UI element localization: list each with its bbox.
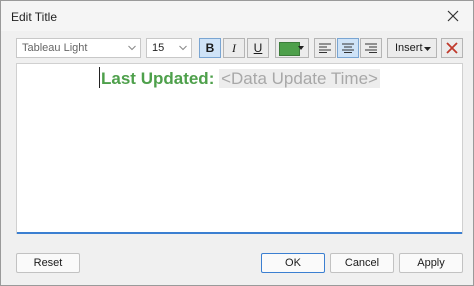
chevron-down-icon (179, 45, 187, 51)
italic-button[interactable]: I (223, 38, 245, 58)
text-color-button[interactable] (275, 38, 309, 58)
formatting-toolbar: Tableau Light 15 B I U Insert (16, 38, 463, 60)
edit-title-dialog: Edit Title Tableau Light 15 B I U Insert… (0, 0, 474, 286)
cancel-button[interactable]: Cancel (330, 253, 394, 273)
text-caret (99, 67, 101, 88)
ok-button[interactable]: OK (261, 253, 325, 273)
underline-button[interactable]: U (247, 38, 269, 58)
static-text: Last Updated: (101, 69, 215, 88)
align-right-button[interactable] (360, 38, 382, 58)
align-left-icon (319, 43, 331, 53)
align-center-button[interactable] (337, 38, 359, 58)
close-button[interactable] (433, 1, 473, 31)
title-line: Last Updated: <Data Update Time> (17, 67, 462, 89)
data-update-time-field[interactable]: <Data Update Time> (219, 69, 380, 88)
clear-button[interactable] (441, 38, 463, 58)
font-size-value: 15 (152, 42, 165, 54)
color-swatch (279, 42, 300, 56)
dialog-title: Edit Title (11, 10, 58, 24)
delete-x-icon (446, 42, 458, 54)
title-bar: Edit Title (1, 1, 473, 31)
align-center-icon (342, 43, 354, 53)
font-family-value: Tableau Light (22, 42, 88, 54)
caret-down-icon (424, 47, 431, 51)
font-size-select[interactable]: 15 (146, 38, 192, 58)
align-left-button[interactable] (314, 38, 336, 58)
apply-button[interactable]: Apply (399, 253, 463, 273)
align-right-icon (365, 43, 377, 53)
insert-menu-button[interactable]: Insert (387, 38, 437, 58)
bold-button[interactable]: B (199, 38, 221, 58)
insert-label: Insert (395, 42, 423, 54)
editor-focus-underline (17, 232, 462, 234)
reset-button[interactable]: Reset (16, 253, 80, 273)
chevron-down-icon (128, 45, 136, 51)
close-icon (447, 10, 459, 22)
caret-down-icon (298, 46, 304, 50)
title-text-editor[interactable]: Last Updated: <Data Update Time> (16, 63, 463, 234)
font-family-select[interactable]: Tableau Light (16, 38, 141, 58)
